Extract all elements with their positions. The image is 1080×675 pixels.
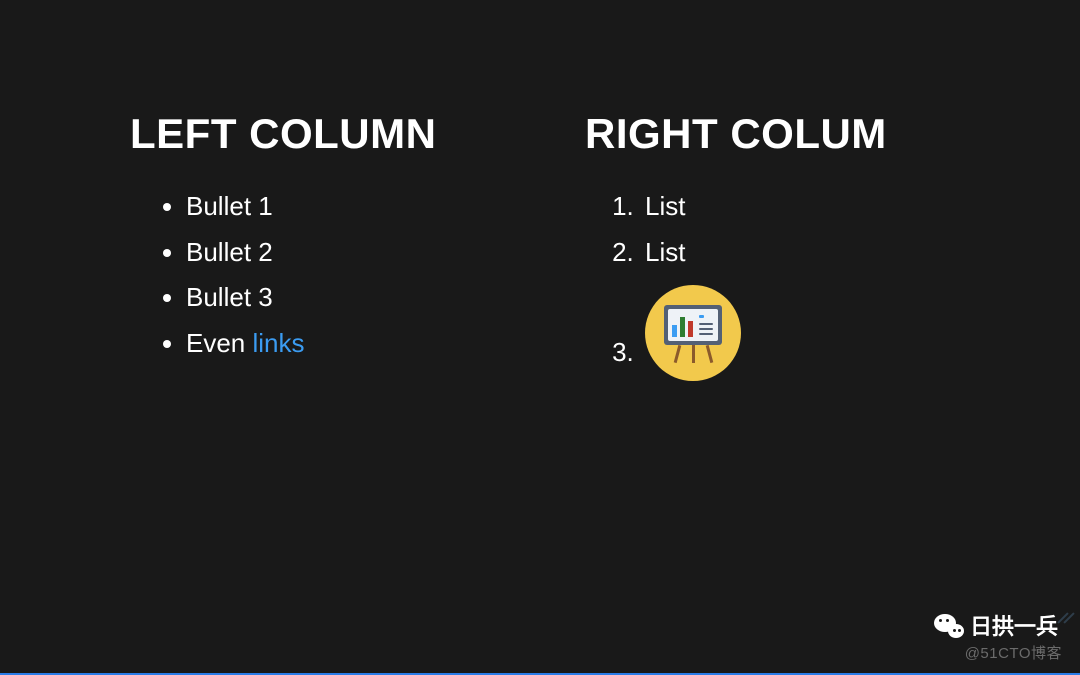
list-item: Even links xyxy=(186,321,525,367)
list-item: Bullet 1 xyxy=(186,184,525,230)
wechat-icon xyxy=(934,612,964,638)
slide: LEFT COLUMN Bullet 1 Bullet 2 Bullet 3 E… xyxy=(0,0,1080,395)
list-item: Bullet 2 xyxy=(186,230,525,276)
right-heading: RIGHT COLUM xyxy=(585,110,980,158)
list-item-text: Even xyxy=(186,328,253,358)
list-item: List xyxy=(641,184,980,230)
watermark-sub: @51CTO博客 xyxy=(965,642,1062,663)
list-item-image xyxy=(641,285,980,381)
presentation-chart-icon xyxy=(645,285,741,381)
right-ordered-list: List List xyxy=(585,184,980,381)
left-column: LEFT COLUMN Bullet 1 Bullet 2 Bullet 3 E… xyxy=(130,110,525,395)
right-column: RIGHT COLUM List List xyxy=(585,110,980,395)
left-bullet-list: Bullet 1 Bullet 2 Bullet 3 Even links xyxy=(130,184,525,366)
watermark-brand-text: 日拱一兵 xyxy=(970,609,1058,641)
left-heading: LEFT COLUMN xyxy=(130,110,525,158)
links-anchor[interactable]: links xyxy=(253,328,305,358)
watermark-brand: 日拱一兵 xyxy=(934,609,1058,641)
list-item: List xyxy=(641,230,980,276)
list-item: Bullet 3 xyxy=(186,275,525,321)
